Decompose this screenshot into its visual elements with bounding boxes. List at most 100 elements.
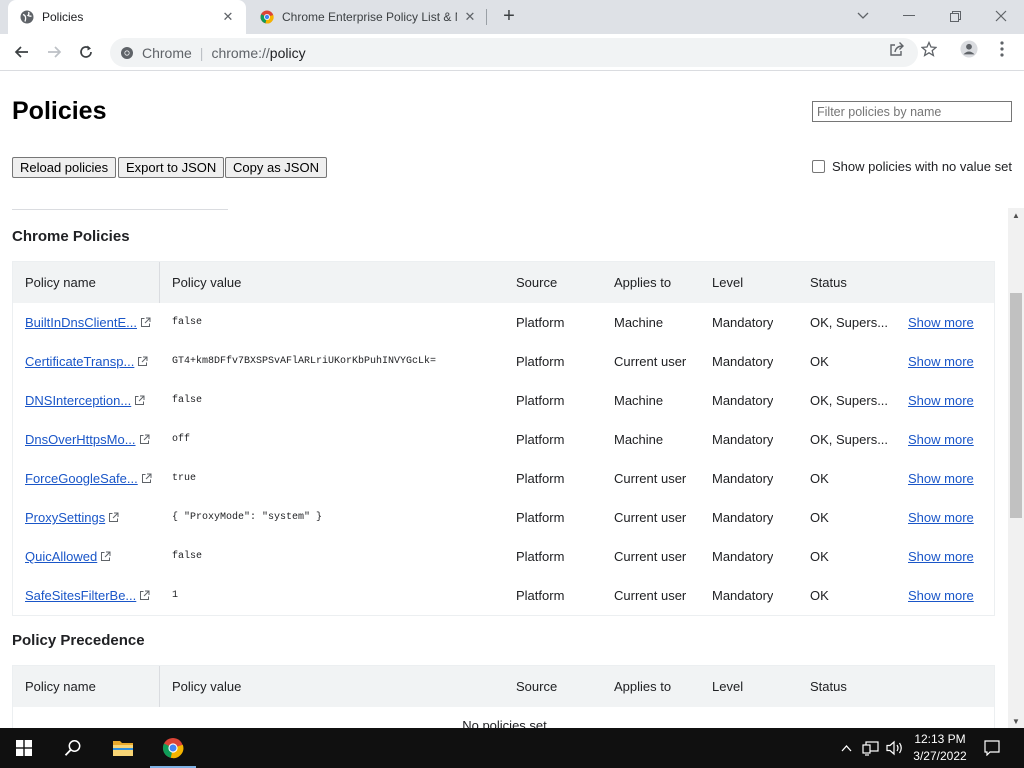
notifications-icon[interactable]: [978, 728, 1006, 768]
chrome-icon: [260, 10, 274, 24]
scroll-down-icon[interactable]: ▼: [1008, 714, 1024, 728]
policy-name-link[interactable]: ForceGoogleSafe...: [25, 471, 138, 486]
back-icon[interactable]: [10, 40, 34, 64]
show-more-link[interactable]: Show more: [908, 510, 974, 525]
tab-policies[interactable]: Policies ✕: [8, 0, 246, 34]
table-row: BuiltInDnsClientE... false Platform Machine…: [13, 303, 994, 342]
external-link-icon[interactable]: [108, 512, 119, 523]
policy-value: false: [172, 395, 203, 406]
tab-search-icon[interactable]: [850, 4, 876, 28]
policy-status: OK: [810, 510, 829, 525]
copy-as-json-button[interactable]: Copy as JSON: [225, 157, 327, 178]
page-scrollbar[interactable]: ▲ ▼: [1008, 208, 1024, 728]
policy-name-cell: DnsOverHttpsMo...: [25, 420, 150, 459]
scroll-up-icon[interactable]: ▲: [1008, 208, 1024, 222]
clock-time: 12:13 PM: [914, 732, 966, 746]
profile-avatar-icon[interactable]: [960, 40, 978, 58]
policy-name-link[interactable]: QuicAllowed: [25, 549, 97, 564]
policy-name-cell: QuicAllowed: [25, 537, 111, 576]
show-more-link[interactable]: Show more: [908, 354, 974, 369]
bookmark-star-icon[interactable]: [920, 40, 938, 58]
external-link-icon[interactable]: [140, 317, 151, 328]
table-row: SafeSitesFilterBe... 1 Platform Current use…: [13, 576, 994, 615]
policy-name-link[interactable]: DnsOverHttpsMo...: [25, 432, 136, 447]
policy-source: Platform: [516, 354, 565, 369]
menu-dots-icon[interactable]: [993, 40, 1011, 58]
file-explorer-icon[interactable]: [100, 728, 146, 768]
volume-icon[interactable]: [884, 728, 906, 768]
header-divider: [159, 666, 160, 707]
external-link-icon[interactable]: [134, 395, 145, 406]
show-more-link[interactable]: Show more: [908, 315, 974, 330]
reload-policies-button[interactable]: Reload policies: [12, 157, 117, 178]
external-link-icon[interactable]: [139, 590, 150, 601]
table-row: DNSInterception... false Platform Machine Ma…: [13, 381, 994, 420]
header-level: Level: [712, 275, 744, 290]
header-policy-value: Policy value: [172, 679, 242, 694]
show-no-value-toggle[interactable]: Show policies with no value set: [812, 159, 1012, 174]
network-icon[interactable]: [860, 728, 882, 768]
address-bar[interactable]: Chrome | chrome://policy: [110, 38, 918, 67]
table-row: QuicAllowed false Platform Current user Mand…: [13, 537, 994, 576]
policy-applies-to: Current user: [614, 471, 687, 486]
external-link-icon[interactable]: [100, 551, 111, 562]
divider: [12, 209, 228, 210]
chrome-taskbar-icon[interactable]: [150, 728, 196, 768]
close-icon[interactable]: ✕: [220, 9, 236, 25]
external-link-icon[interactable]: [139, 434, 150, 445]
policy-applies-to: Current user: [614, 354, 687, 369]
restore-icon[interactable]: [942, 4, 968, 28]
search-icon[interactable]: [50, 728, 96, 768]
policy-status: OK: [810, 471, 829, 486]
show-more-link[interactable]: Show more: [908, 393, 974, 408]
policy-name-link[interactable]: ProxySettings: [25, 510, 105, 525]
show-no-value-checkbox[interactable]: [812, 160, 825, 173]
taskbar-clock[interactable]: 12:13 PM 3/27/2022: [905, 731, 975, 765]
show-more-link[interactable]: Show more: [908, 432, 974, 447]
scrollbar-thumb[interactable]: [1010, 293, 1022, 518]
share-icon[interactable]: [888, 40, 906, 58]
filter-policies-input[interactable]: [812, 101, 1012, 122]
windows-start-icon[interactable]: [0, 728, 48, 768]
policy-status: OK: [810, 354, 829, 369]
show-more-link[interactable]: Show more: [908, 588, 974, 603]
policy-source: Platform: [516, 432, 565, 447]
policy-list-scroll-area[interactable]: Chrome Policies Policy name Policy value…: [0, 208, 1024, 728]
show-more-cell: Show more: [908, 420, 974, 459]
minimize-icon[interactable]: [896, 4, 922, 28]
policy-name-link[interactable]: BuiltInDnsClientE...: [25, 315, 137, 330]
policy-name-cell: DNSInterception...: [25, 381, 145, 420]
show-more-link[interactable]: Show more: [908, 471, 974, 486]
policy-level: Mandatory: [712, 393, 774, 408]
chevron-up-icon[interactable]: [838, 728, 854, 768]
policy-source: Platform: [516, 588, 565, 603]
close-window-icon[interactable]: [988, 4, 1014, 28]
reload-icon[interactable]: [74, 40, 98, 64]
policy-applies-to: Machine: [614, 315, 664, 330]
header-level: Level: [712, 679, 744, 694]
policy-name-link[interactable]: CertificateTransp...: [25, 354, 134, 369]
chrome-site-icon: [121, 46, 133, 59]
close-icon[interactable]: ✕: [462, 9, 478, 25]
policy-name-link[interactable]: DNSInterception...: [25, 393, 131, 408]
forward-icon[interactable]: [42, 40, 66, 64]
export-to-json-button[interactable]: Export to JSON: [118, 157, 225, 178]
policy-value: true: [172, 473, 197, 484]
header-applies-to: Applies to: [614, 275, 672, 290]
policy-value: off: [172, 434, 191, 445]
header-divider: [159, 262, 160, 303]
tab-separator: [486, 9, 487, 25]
external-link-icon[interactable]: [141, 473, 152, 484]
new-tab-icon[interactable]: +: [498, 6, 520, 28]
policy-applies-to: Current user: [614, 510, 687, 525]
tab-title: Chrome Enterprise Policy List & M: [282, 10, 457, 24]
external-link-icon[interactable]: [137, 356, 148, 367]
policy-name-link[interactable]: SafeSitesFilterBe...: [25, 588, 136, 603]
policy-level: Mandatory: [712, 315, 774, 330]
tab-title: Policies: [42, 10, 84, 24]
show-more-link[interactable]: Show more: [908, 549, 974, 564]
site-label: Chrome: [142, 44, 192, 61]
table-row: ProxySettings { "ProxyMode": "system" } Pl…: [13, 498, 994, 537]
header-applies-to: Applies to: [614, 679, 672, 694]
tab-chrome-enterprise-policy-list[interactable]: Chrome Enterprise Policy List & M ✕: [250, 0, 486, 34]
